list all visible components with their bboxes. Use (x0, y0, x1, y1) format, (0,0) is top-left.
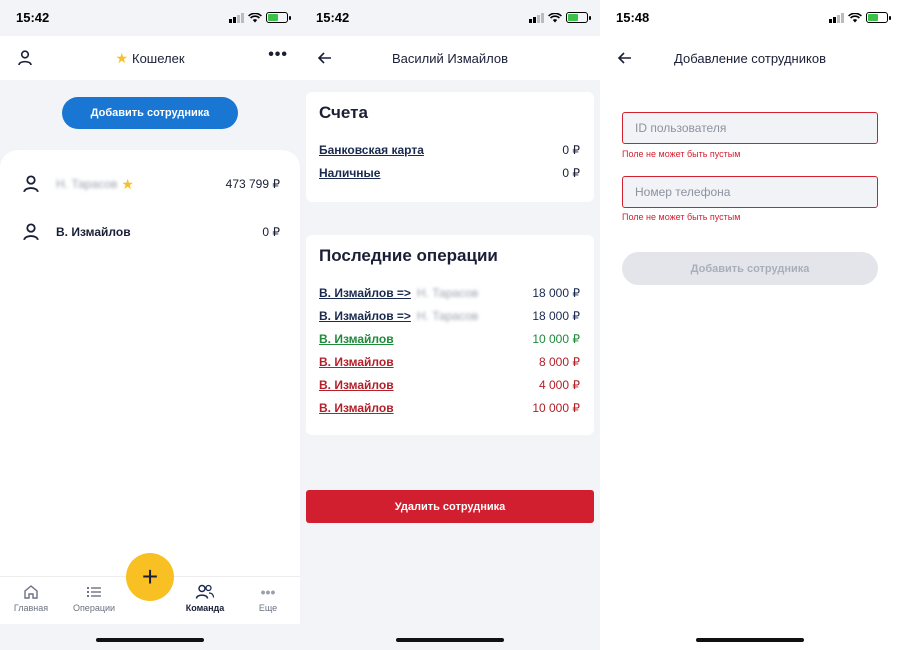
operation-row[interactable]: В. Измайлов => Н. Тарасов 18 000 ₽ (319, 309, 580, 323)
page-title: Кошелек (132, 50, 185, 66)
employee-balance: 473 799 ₽ (225, 177, 280, 191)
wifi-icon (548, 12, 562, 22)
tab-team[interactable]: Команда (175, 583, 235, 613)
battery-icon (566, 12, 591, 23)
profile-icon[interactable] (14, 47, 36, 69)
tab-home[interactable]: Главная (1, 583, 61, 613)
operation-amount: 10 000 ₽ (532, 401, 580, 415)
operation-target: Н. Тарасов (416, 309, 479, 323)
add-operation-fab[interactable]: + (126, 553, 174, 601)
operations-title: Последние операции (319, 246, 498, 265)
employee-row[interactable]: Н. Тарасов ★ 473 799 ₽ (0, 164, 300, 204)
account-row[interactable]: Наличные 0 ₽ (319, 166, 580, 180)
signal-icon (529, 12, 544, 23)
operation-label[interactable]: В. Измайлов => (319, 286, 411, 300)
wifi-icon (248, 12, 262, 22)
operation-label[interactable]: В. Измайлов (319, 355, 394, 369)
person-icon (23, 175, 39, 193)
battery-icon (866, 12, 891, 23)
nav-bar: Василий Измайлов (300, 36, 600, 80)
status-time: 15:42 (316, 10, 350, 25)
home-indicator (396, 638, 504, 642)
home-indicator (696, 638, 804, 642)
employee-row[interactable]: В. Измайлов 0 ₽ (0, 212, 300, 252)
operation-label[interactable]: В. Измайлов => (319, 309, 411, 323)
operation-amount: 4 000 ₽ (539, 378, 580, 392)
screen-employee-details: 15:42 Василий Измайлов Счета Банковская … (300, 0, 600, 650)
account-amount: 0 ₽ (562, 143, 580, 157)
employee-balance: 0 ₽ (262, 225, 280, 239)
home-indicator (96, 638, 204, 642)
more-icon: ••• (260, 584, 276, 600)
wifi-icon (848, 12, 862, 22)
screen-wallet: 15:42 ★ Кошелек ••• Добавить сотрудника … (0, 0, 300, 650)
operation-row[interactable]: В. Измайлов 10 000 ₽ (319, 401, 580, 415)
operation-row[interactable]: В. Измайлов => Н. Тарасов 18 000 ₽ (319, 286, 580, 300)
operation-row[interactable]: В. Измайлов 8 000 ₽ (319, 355, 580, 369)
nav-bar: Добавление сотрудников (600, 36, 900, 80)
account-label[interactable]: Банковская карта (319, 143, 424, 157)
accounts-title: Счета (319, 103, 368, 122)
tab-label: Команда (185, 603, 225, 613)
star-icon: ★ (115, 49, 128, 66)
nav-title-group: ★ Кошелек (115, 50, 184, 67)
list-icon (87, 587, 101, 597)
tab-label: Еще (258, 603, 278, 613)
screen-add-employees: 15:48 Добавление сотрудников Поле не мож… (600, 0, 900, 650)
accounts-card: Счета Банковская карта 0 ₽ Наличные 0 ₽ (306, 92, 594, 202)
status-icons (529, 12, 591, 23)
status-icons (829, 12, 891, 23)
status-time: 15:42 (16, 10, 50, 25)
tab-more[interactable]: ••• Еще (238, 583, 298, 613)
back-arrow-icon[interactable] (314, 47, 336, 69)
operation-amount: 18 000 ₽ (532, 309, 580, 323)
nav-bar: ★ Кошелек ••• (0, 36, 300, 80)
employee-name: В. Измайлов (56, 225, 131, 239)
battery-icon (266, 12, 291, 23)
person-icon (23, 223, 39, 241)
signal-icon (229, 12, 244, 23)
tab-label: Операции (72, 603, 116, 613)
tab-operations[interactable]: Операции (64, 583, 124, 613)
employee-name: Н. Тарасов (56, 177, 118, 191)
account-amount: 0 ₽ (562, 166, 580, 180)
operation-target: Н. Тарасов (416, 286, 479, 300)
operation-amount: 18 000 ₽ (532, 286, 580, 300)
user-id-field[interactable] (622, 112, 878, 144)
operation-label[interactable]: В. Измайлов (319, 401, 394, 415)
user-id-error: Поле не может быть пустым (622, 149, 741, 159)
tab-label: Главная (13, 603, 49, 613)
status-bar: 15:42 (300, 0, 600, 36)
account-label[interactable]: Наличные (319, 166, 380, 180)
status-time: 15:48 (616, 10, 650, 25)
team-icon (195, 584, 215, 599)
more-menu-icon[interactable]: ••• (268, 46, 288, 64)
operation-row[interactable]: В. Измайлов 4 000 ₽ (319, 378, 580, 392)
operations-card: Последние операции В. Измайлов => Н. Тара… (306, 235, 594, 435)
operation-label[interactable]: В. Измайлов (319, 332, 394, 346)
page-title: Добавление сотрудников (674, 50, 826, 66)
star-icon: ★ (121, 175, 134, 192)
employee-list: Н. Тарасов ★ 473 799 ₽ В. Измайлов 0 ₽ (0, 150, 300, 580)
phone-error: Поле не может быть пустым (622, 212, 741, 222)
delete-employee-button[interactable]: Удалить сотрудника (306, 490, 594, 523)
status-bar: 15:42 (0, 0, 300, 36)
signal-icon (829, 12, 844, 23)
status-icons (229, 12, 291, 23)
add-employee-submit-button[interactable]: Добавить сотрудника (622, 252, 878, 285)
operation-amount: 10 000 ₽ (532, 332, 580, 346)
add-employee-button[interactable]: Добавить сотрудника (62, 97, 238, 129)
back-arrow-icon[interactable] (614, 47, 636, 69)
account-row[interactable]: Банковская карта 0 ₽ (319, 143, 580, 157)
operation-amount: 8 000 ₽ (539, 355, 580, 369)
operation-label[interactable]: В. Измайлов (319, 378, 394, 392)
status-bar: 15:48 (600, 0, 900, 36)
home-icon (24, 585, 38, 599)
phone-field[interactable] (622, 176, 878, 208)
operation-row[interactable]: В. Измайлов 10 000 ₽ (319, 332, 580, 346)
page-title: Василий Измайлов (392, 50, 508, 66)
